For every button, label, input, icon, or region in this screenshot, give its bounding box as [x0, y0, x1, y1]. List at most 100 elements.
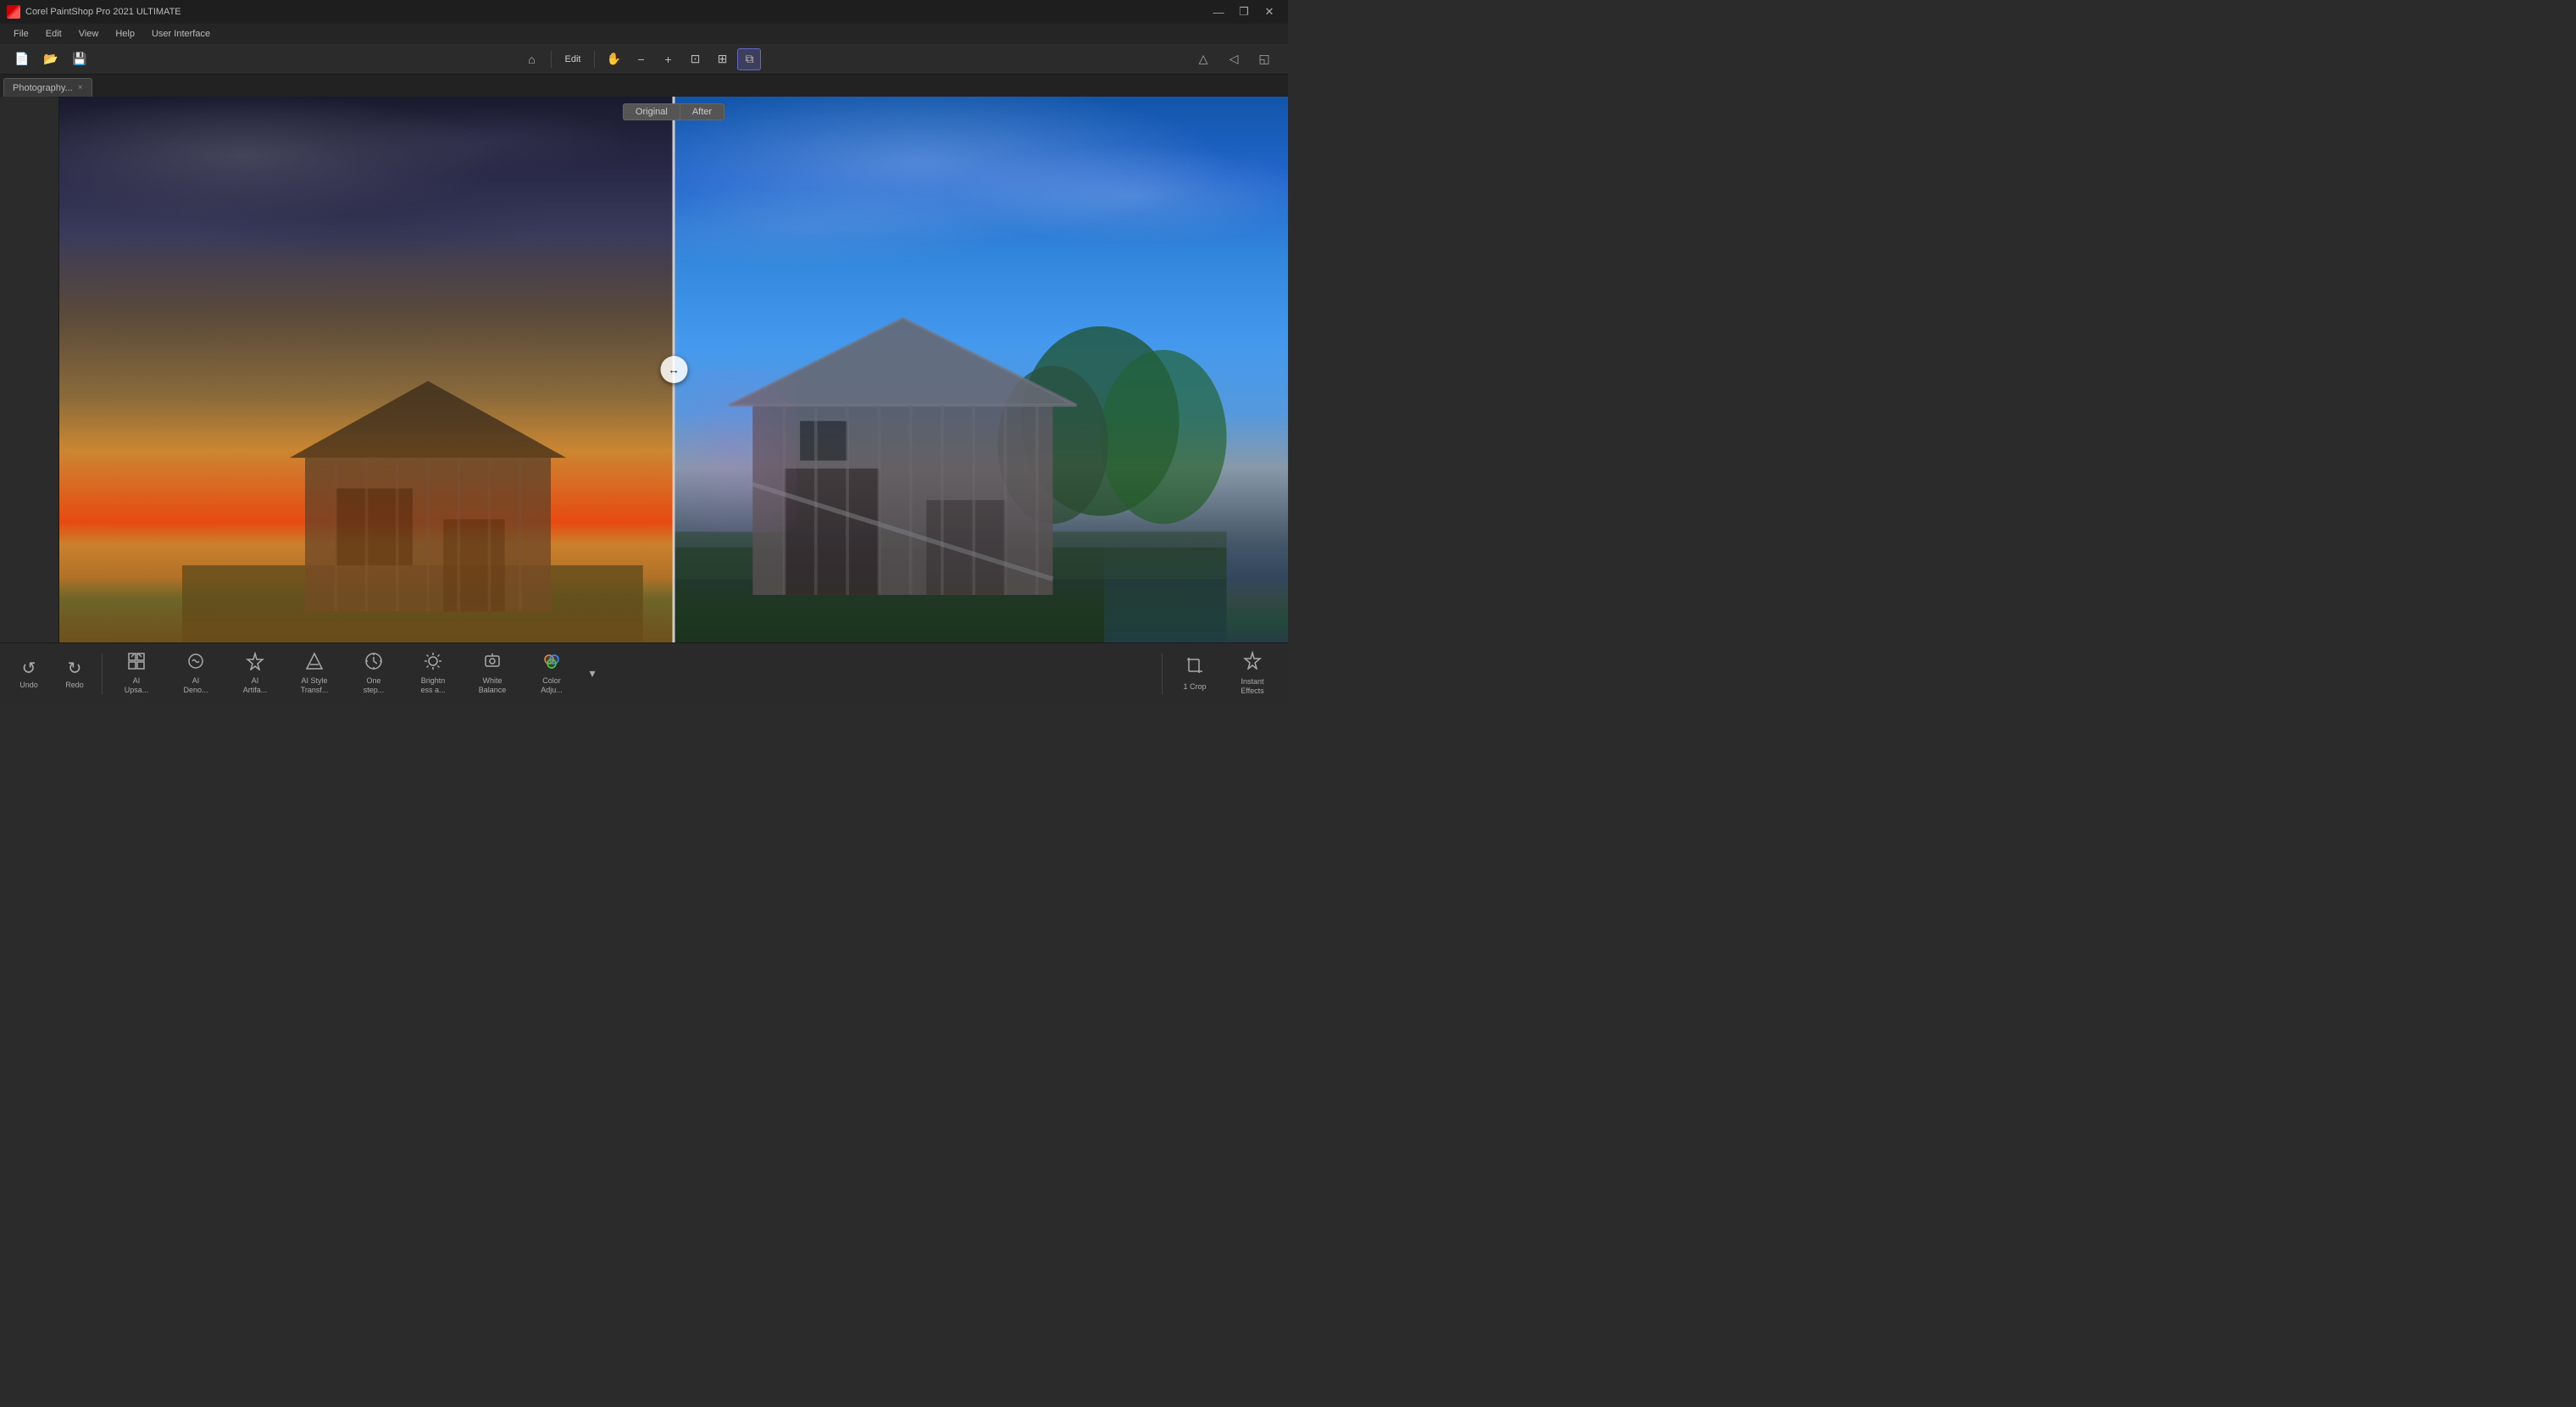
expand-tools-button[interactable]: ▾: [582, 647, 602, 701]
after-image-panel: [674, 97, 1288, 642]
brightness-label: Brightness a...: [420, 676, 445, 695]
home-icon: ⌂: [528, 53, 535, 66]
brightness-button[interactable]: Brightness a...: [404, 647, 462, 701]
redo-icon: ↻: [68, 658, 82, 679]
home-button[interactable]: ⌂: [520, 48, 544, 70]
document-tab[interactable]: Photography... ×: [3, 78, 92, 97]
purple-glow: [674, 370, 797, 533]
redo-button[interactable]: ↻ Redo: [53, 647, 97, 701]
crop-icon: [1185, 656, 1204, 680]
one-step-label: Onestep...: [364, 676, 385, 695]
flip-icon: ◁: [1230, 52, 1239, 66]
one-step-button[interactable]: Onestep...: [345, 647, 402, 701]
ai-style-button[interactable]: AI StyleTransf...: [286, 647, 343, 701]
ai-denoise-label: AIDeno...: [183, 676, 208, 695]
zoom-out-button[interactable]: −: [629, 48, 652, 70]
bottom-toolbar: ↺ Undo ↻ Redo AIUpsa... AIDeno...: [0, 642, 1288, 704]
split-icon: ⧉: [745, 52, 753, 66]
canvas-size-button[interactable]: ◱: [1251, 47, 1278, 71]
edit-label: Edit: [558, 54, 588, 64]
ai-artifact-label: AIArtifa...: [243, 676, 268, 695]
split-handle[interactable]: ↔: [660, 356, 687, 383]
canvas-size-icon: ◱: [1258, 52, 1269, 66]
instant-effects-button[interactable]: InstantEffects: [1224, 647, 1281, 701]
ai-artifact-icon: [246, 652, 264, 674]
ai-denoise-icon: [186, 652, 205, 674]
sunset-glow: [59, 424, 674, 642]
open-button[interactable]: 📂: [39, 48, 63, 70]
original-label[interactable]: Original: [623, 103, 680, 120]
rotate-left-button[interactable]: △: [1190, 47, 1217, 71]
toolbar: 📄 📂 💾 ⌂ Edit ✋ − + ⊡ ⊞ ⧉ △: [0, 44, 1288, 75]
zoom-out-icon: −: [637, 53, 644, 66]
bottom-separator-1: [102, 653, 103, 694]
ai-style-icon: [305, 652, 324, 674]
toolbar-separator-2: [594, 51, 595, 68]
one-step-icon: [364, 652, 383, 674]
hand-tool-button[interactable]: ✋: [602, 48, 625, 70]
fit-button[interactable]: ⊡: [683, 48, 707, 70]
menubar: File Edit View Help User Interface: [0, 24, 1288, 44]
new-button[interactable]: 📄: [10, 48, 34, 70]
zoom-in-button[interactable]: +: [656, 48, 680, 70]
undo-button[interactable]: ↺ Undo: [7, 647, 51, 701]
white-balance-label: WhiteBalance: [479, 676, 507, 695]
undo-icon: ↺: [22, 658, 36, 679]
after-label[interactable]: After: [680, 103, 724, 120]
white-balance-button[interactable]: WhiteBalance: [464, 647, 521, 701]
white-balance-icon: [483, 652, 502, 674]
split-view-button[interactable]: ⧉: [737, 48, 761, 70]
bottom-separator-right: [1162, 653, 1163, 694]
save-button[interactable]: 💾: [68, 48, 92, 70]
brightness-icon: [424, 652, 442, 674]
flip-button[interactable]: ◁: [1220, 47, 1247, 71]
menu-view[interactable]: View: [72, 27, 106, 41]
original-image-panel: [59, 97, 674, 642]
expand-icon: ▾: [589, 666, 595, 681]
ai-denoise-button[interactable]: AIDeno...: [167, 647, 225, 701]
app-title: Corel PaintShop Pro 2021 ULTIMATE: [25, 7, 181, 17]
menu-help[interactable]: Help: [108, 27, 142, 41]
restore-button[interactable]: ❐: [1232, 3, 1256, 20]
toolbar-left: 📄 📂 💾: [10, 48, 92, 70]
minimize-button[interactable]: —: [1207, 3, 1230, 20]
left-sidebar: [0, 97, 59, 642]
ai-artifact-button[interactable]: AIArtifa...: [226, 647, 284, 701]
main-area: Original After: [0, 97, 1288, 642]
undo-label: Undo: [19, 681, 38, 689]
tabbar: Photography... ×: [0, 75, 1288, 97]
before-after-labels: Original After: [623, 103, 724, 120]
app-logo-icon: [7, 5, 20, 19]
titlebar: Corel PaintShop Pro 2021 ULTIMATE — ❐ ✕: [0, 0, 1288, 24]
sky-glow: [1104, 533, 1289, 642]
ai-upscale-label: AIUpsa...: [125, 676, 149, 695]
crop-label: 1 Crop: [1183, 682, 1206, 692]
toolbar-right: △ ◁ ◱: [1190, 47, 1278, 71]
split-handle-icon: ↔: [668, 363, 680, 376]
rotate-left-icon: △: [1199, 52, 1208, 66]
menu-edit[interactable]: Edit: [39, 27, 69, 41]
ai-upscale-button[interactable]: AIUpsa...: [108, 647, 165, 701]
fit-icon: ⊡: [691, 52, 701, 66]
color-adj-button[interactable]: ColorAdju...: [523, 647, 580, 701]
color-adj-label: ColorAdju...: [541, 676, 563, 695]
canvas-area: Original After: [59, 97, 1288, 642]
crop-tool-button[interactable]: 1 Crop: [1166, 647, 1224, 701]
crop-view-button[interactable]: ⊞: [710, 48, 734, 70]
tab-close-button[interactable]: ×: [78, 83, 83, 92]
crop-view-icon: ⊞: [718, 52, 728, 66]
redo-label: Redo: [65, 681, 84, 689]
titlebar-controls: — ❐ ✕: [1207, 3, 1281, 20]
close-button[interactable]: ✕: [1257, 3, 1281, 20]
menu-ui[interactable]: User Interface: [145, 27, 217, 41]
zoom-in-icon: +: [664, 53, 671, 66]
instant-effects-icon: [1243, 651, 1262, 675]
ai-upscale-icon: [127, 652, 146, 674]
menu-file[interactable]: File: [7, 27, 36, 41]
color-adj-icon: [542, 652, 561, 674]
tab-label: Photography...: [13, 83, 73, 93]
instant-effects-label: InstantEffects: [1241, 677, 1263, 696]
titlebar-left: Corel PaintShop Pro 2021 ULTIMATE: [7, 5, 181, 19]
split-divider[interactable]: ↔: [673, 97, 675, 642]
right-panel: 1 Crop InstantEffects: [1158, 647, 1281, 701]
